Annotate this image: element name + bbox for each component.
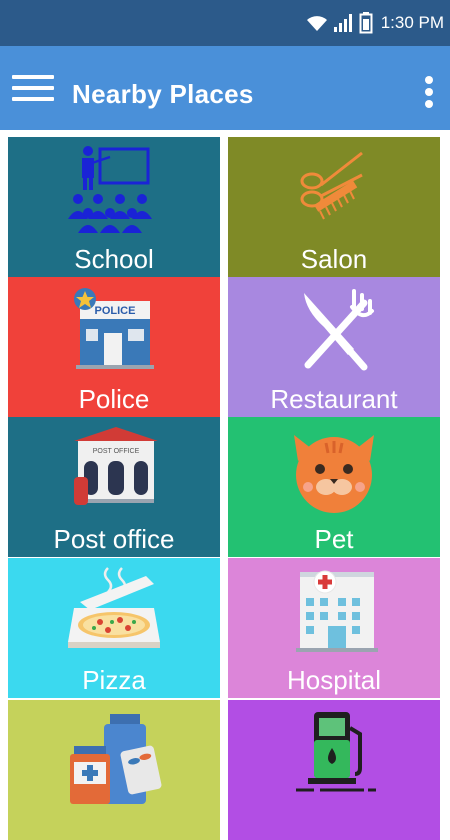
tile-label: Restaurant (270, 384, 398, 414)
signal-icon (333, 14, 352, 32)
app-bar: Nearby Places (0, 46, 450, 130)
tile-label: Post office (53, 524, 175, 554)
svg-text:POST OFFICE: POST OFFICE (93, 448, 140, 455)
status-indicators: 1:30 PM (305, 0, 444, 46)
tile-label: Pet (314, 524, 354, 554)
knife-fork-icon (304, 289, 374, 371)
tile-label: Salon (300, 244, 368, 274)
tile-hospital[interactable]: Hospital (228, 558, 440, 698)
app-title: Nearby Places (72, 79, 254, 109)
tile-salon[interactable]: Salon (228, 137, 440, 277)
tile-label: School (74, 244, 154, 274)
tile-restaurant[interactable]: Restaurant (228, 277, 440, 417)
places-grid: School Salon POLICE Police Restaurant PO… (0, 130, 450, 840)
tile-pharmacy[interactable] (8, 700, 220, 840)
tile-post-office[interactable]: POST OFFICE Post office (8, 417, 220, 557)
status-time: 1:30 PM (380, 13, 444, 32)
hospital-icon (296, 570, 378, 652)
fuel-pump-icon (296, 712, 376, 792)
pizza-box-icon (68, 567, 160, 648)
overflow-menu-icon[interactable] (422, 76, 436, 112)
cat-icon (294, 435, 374, 513)
tile-fuel[interactable] (228, 700, 440, 840)
tile-pizza[interactable]: Pizza (8, 558, 220, 698)
wifi-icon (306, 16, 327, 31)
hamburger-menu-icon[interactable] (12, 75, 54, 101)
tile-school[interactable]: School (8, 137, 220, 277)
status-bar: 1:30 PM (0, 0, 450, 46)
school-icon (68, 146, 152, 233)
tile-label: Police (78, 384, 150, 414)
battery-icon (359, 12, 373, 34)
tile-label: Hospital (287, 665, 381, 695)
tile-label: Pizza (82, 665, 146, 695)
svg-text:POLICE: POLICE (95, 305, 136, 317)
tile-police[interactable]: POLICE Police (8, 277, 220, 417)
tile-pet[interactable]: Pet (228, 417, 440, 557)
police-station-icon: POLICE (74, 288, 154, 369)
scissors-comb-icon (300, 151, 363, 220)
post-office-icon: POST OFFICE (74, 427, 158, 505)
pharmacy-icon (70, 714, 162, 804)
